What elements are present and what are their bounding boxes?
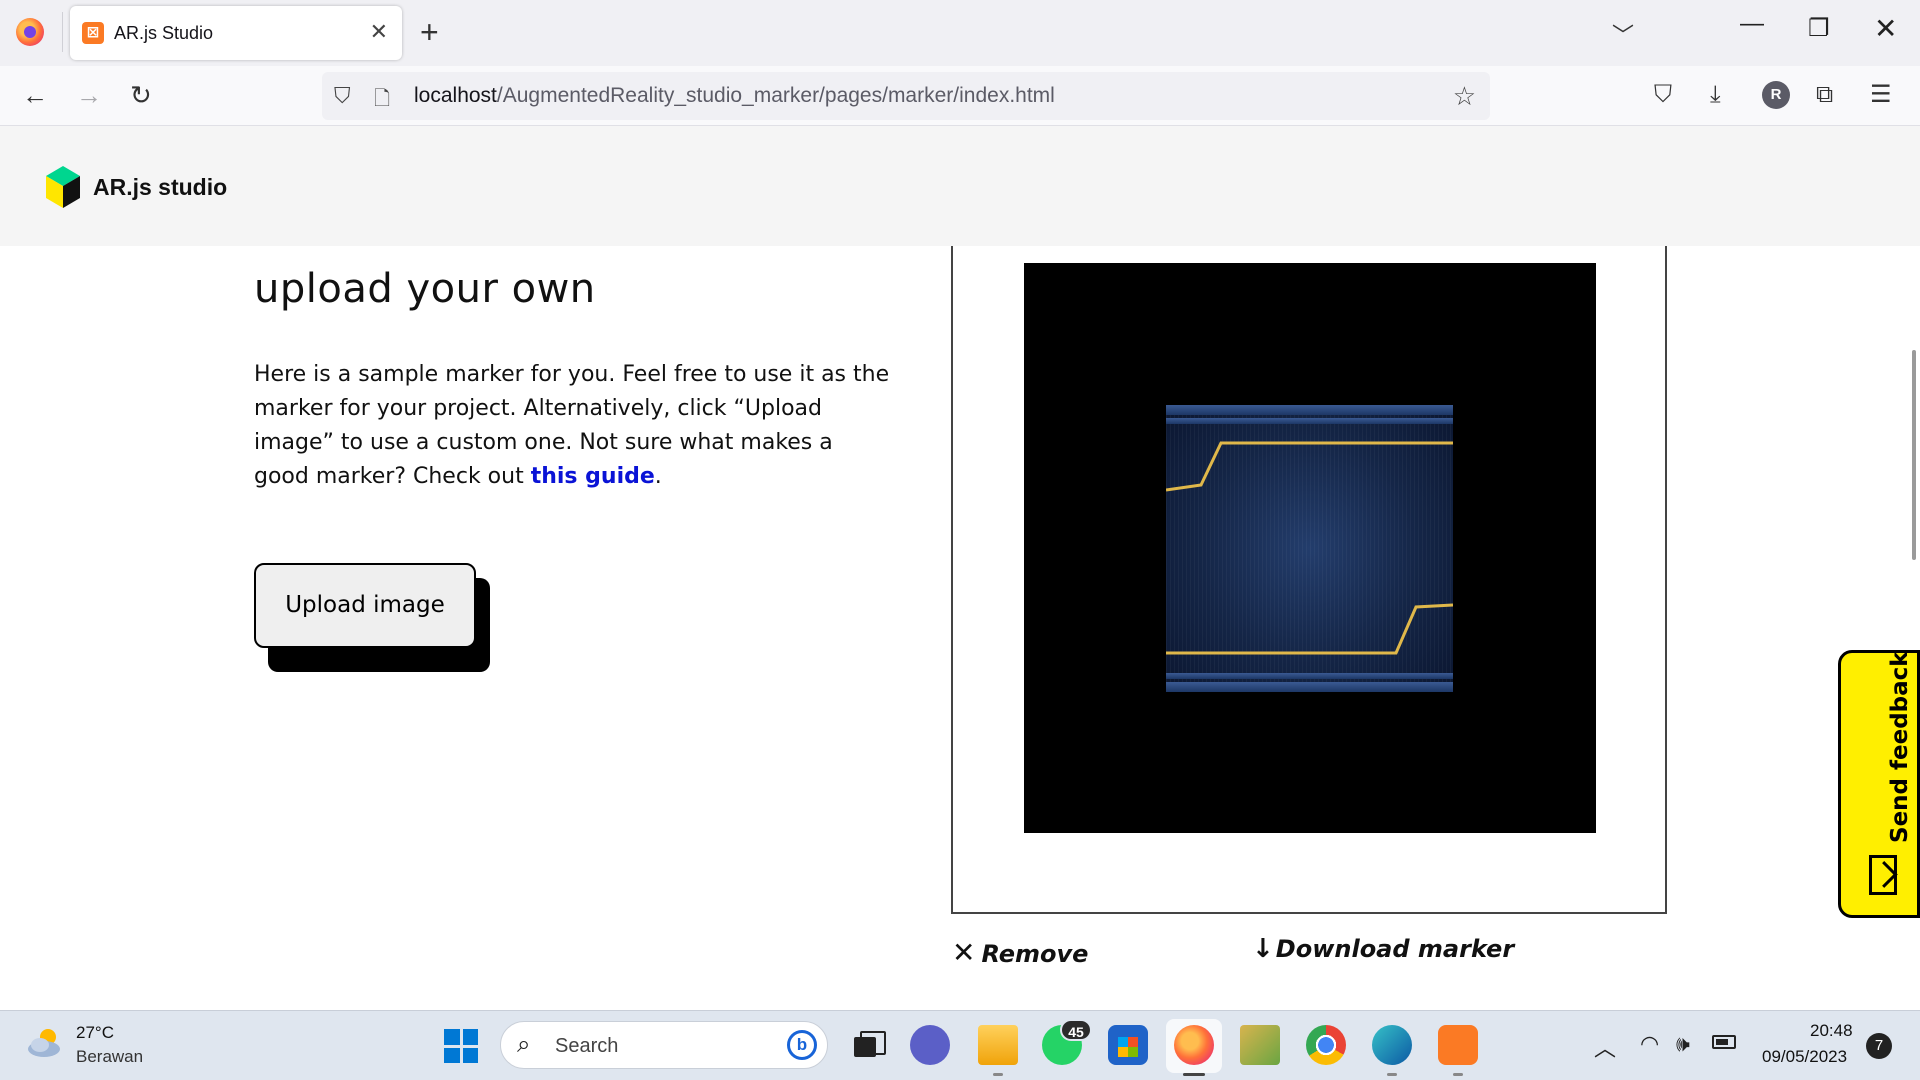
download-icon[interactable]: ⤓: [1710, 82, 1721, 108]
file-explorer-icon[interactable]: [978, 1025, 1018, 1065]
windows-start-icon[interactable]: [444, 1029, 478, 1063]
whatsapp-badge: 45: [1060, 1019, 1092, 1041]
marker-image: [1166, 405, 1453, 692]
notification-badge[interactable]: 7: [1866, 1033, 1892, 1059]
guide-link[interactable]: this guide: [531, 464, 655, 489]
browser-tab-bar: ⊠ AR.js Studio ✕ + ﹀ — ❐ ✕: [0, 0, 1920, 66]
browser-tab[interactable]: ⊠ AR.js Studio ✕: [70, 6, 402, 60]
extensions-icon[interactable]: ⧉: [1816, 82, 1833, 108]
running-indicator: [1387, 1073, 1397, 1076]
brand-name[interactable]: AR.js studio: [93, 174, 227, 201]
main-content: upload your own Here is a sample marker …: [0, 246, 1920, 1010]
bookmark-star-icon[interactable]: ☆: [1453, 81, 1476, 112]
browser-nav-bar: ← → ↻ ⛉ 🗋 localhost/AugmentedReality_stu…: [0, 66, 1920, 126]
url-host: localhost: [414, 84, 497, 107]
edge-icon[interactable]: [1372, 1025, 1412, 1065]
search-placeholder: Search: [555, 1035, 619, 1057]
remove-marker-link[interactable]: ✕ Remove: [952, 936, 1088, 969]
search-icon: ⌕: [517, 1031, 531, 1058]
clock-date[interactable]: 09/05/2023: [1762, 1047, 1847, 1067]
url-text[interactable]: localhost/AugmentedReality_studio_marker…: [414, 84, 1055, 108]
page-info-icon[interactable]: 🗋: [374, 84, 390, 118]
windows-taskbar: 27°C Berawan ⌕ Search b 45 ︿ ◠ 🕪 20:48 0…: [0, 1010, 1920, 1080]
firefox-taskbar-icon[interactable]: [1174, 1025, 1214, 1065]
marker-border: [1024, 263, 1596, 833]
microsoft-store-icon[interactable]: [1108, 1025, 1148, 1065]
download-label: Download marker: [1275, 935, 1515, 963]
window-close-icon[interactable]: ✕: [1874, 12, 1897, 45]
site-header: AR.js studio: [0, 126, 1920, 246]
cloudy-weather-icon[interactable]: [26, 1025, 66, 1059]
weather-description[interactable]: Berawan: [76, 1047, 143, 1067]
volume-icon[interactable]: 🕪: [1676, 1031, 1690, 1057]
bing-icon[interactable]: b: [787, 1030, 817, 1060]
account-avatar[interactable]: R: [1762, 81, 1790, 109]
wifi-icon[interactable]: ◠: [1640, 1031, 1659, 1057]
send-feedback-button[interactable]: Send feedback: [1838, 650, 1920, 918]
firefox-icon[interactable]: [16, 18, 44, 46]
list-tabs-chevron-icon[interactable]: ﹀: [1612, 18, 1634, 50]
tracking-shield-icon[interactable]: ⛉: [334, 83, 351, 109]
weather-temperature[interactable]: 27°C: [76, 1023, 114, 1043]
show-hidden-icons-chevron-icon[interactable]: ︿: [1594, 1031, 1616, 1063]
running-indicator: [993, 1073, 1003, 1076]
description-end: .: [654, 464, 662, 489]
feedback-label: Send feedback: [1887, 651, 1913, 843]
tab-separator: [62, 12, 63, 52]
task-view-icon[interactable]: [846, 1025, 886, 1065]
restore-icon[interactable]: ❐: [1808, 14, 1830, 43]
active-indicator: [1183, 1073, 1205, 1076]
upload-image-button[interactable]: Upload image: [254, 563, 476, 648]
chrome-icon[interactable]: [1306, 1025, 1346, 1065]
marker-description: Here is a sample marker for you. Feel fr…: [254, 358, 894, 494]
close-x-icon: ✕: [952, 936, 976, 969]
envelope-icon: [1869, 855, 1897, 895]
gold-lines-graphic: [1166, 441, 1453, 655]
download-marker-link[interactable]: ↓Download marker: [1252, 934, 1514, 964]
url-bar[interactable]: ⛉ 🗋 localhost/AugmentedReality_studio_ma…: [322, 72, 1490, 120]
url-path: /AugmentedReality_studio_marker/pages/ma…: [496, 84, 1055, 107]
taskbar-search-input[interactable]: ⌕ Search b: [500, 1021, 828, 1069]
arjs-cube-logo-icon[interactable]: [44, 164, 82, 210]
new-tab-button[interactable]: +: [420, 14, 439, 50]
forward-arrow-icon[interactable]: →: [76, 80, 102, 110]
page-heading: upload your own: [254, 266, 596, 312]
pocket-icon[interactable]: ⛉: [1654, 82, 1672, 108]
reload-icon[interactable]: ↻: [130, 80, 152, 110]
down-arrow-icon: ↓: [1252, 934, 1274, 964]
xampp-favicon-icon: ⊠: [82, 22, 104, 44]
marker-preview-frame: [951, 246, 1667, 914]
heading-clipped-line: [254, 246, 454, 248]
tab-title: AR.js Studio: [114, 23, 214, 43]
back-arrow-icon[interactable]: ←: [22, 80, 48, 110]
minimize-icon[interactable]: —: [1740, 10, 1764, 38]
remove-label: Remove: [981, 940, 1089, 968]
running-indicator: [1453, 1073, 1463, 1076]
tab-close-icon[interactable]: ✕: [370, 19, 388, 45]
page-scrollbar-thumb[interactable]: [1912, 350, 1916, 560]
game-app-icon[interactable]: [1240, 1025, 1280, 1065]
teams-icon[interactable]: [910, 1025, 950, 1065]
hamburger-menu-icon[interactable]: ☰: [1870, 82, 1892, 108]
xampp-icon[interactable]: [1438, 1025, 1478, 1065]
clock-time[interactable]: 20:48: [1810, 1021, 1853, 1041]
battery-icon[interactable]: [1712, 1035, 1736, 1049]
